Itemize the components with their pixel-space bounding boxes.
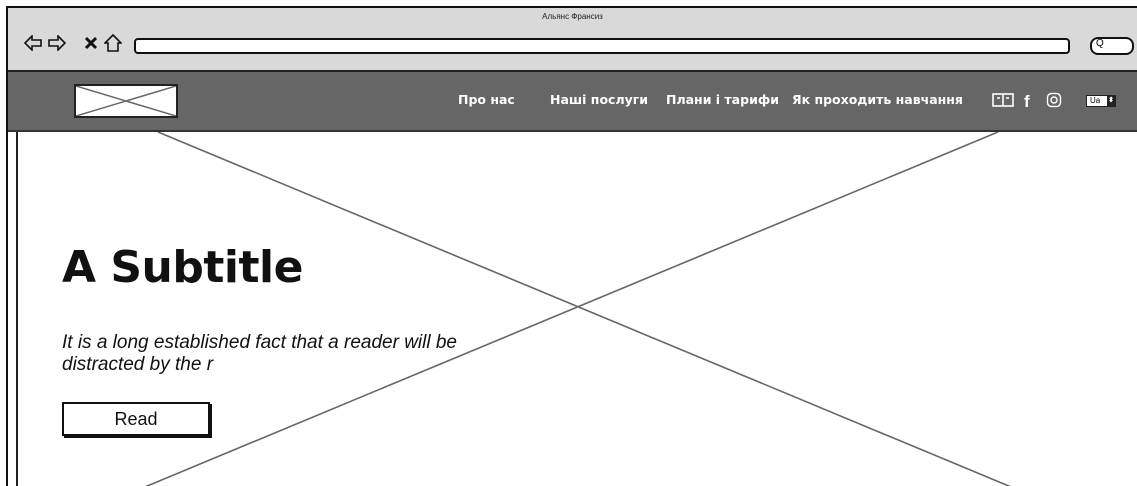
home-icon[interactable] — [104, 34, 122, 52]
search-icon: Q — [1096, 38, 1104, 49]
logo-placeholder[interactable] — [74, 84, 178, 118]
read-button[interactable]: Read — [62, 402, 210, 436]
search-button[interactable]: Q — [1090, 37, 1134, 55]
language-value: Ua — [1090, 96, 1101, 105]
back-arrow-icon[interactable] — [24, 34, 42, 52]
site-header: Про нас Наші послуги Плани і тарифи Як п… — [8, 72, 1137, 132]
facebook-icon[interactable]: f — [1024, 92, 1030, 112]
nav-services[interactable]: Наші послуги — [550, 92, 648, 107]
hero-section: A Subtitle It is a long established fact… — [16, 132, 1137, 486]
window-title: Альянс Франсиз — [542, 12, 603, 21]
instagram-icon[interactable] — [1046, 92, 1062, 112]
book-icon[interactable] — [992, 92, 1014, 112]
language-select[interactable]: Ua ⬍ — [1086, 95, 1116, 107]
nav-about[interactable]: Про нас — [458, 92, 515, 107]
browser-window: Альянс Франсиз Q Про нас Наші послуги Пл… — [6, 6, 1137, 486]
url-bar[interactable] — [134, 38, 1070, 54]
chevron-updown-icon: ⬍ — [1107, 96, 1115, 106]
nav-learning[interactable]: Як проходить навчання — [792, 92, 963, 107]
hero-text: It is a long established fact that a rea… — [62, 332, 458, 375]
close-icon[interactable] — [82, 34, 100, 52]
nav-plans[interactable]: Плани і тарифи — [666, 92, 779, 107]
browser-chrome: Альянс Франсиз Q — [8, 8, 1137, 72]
hero-subtitle: A Subtitle — [62, 242, 303, 293]
forward-arrow-icon[interactable] — [48, 34, 66, 52]
